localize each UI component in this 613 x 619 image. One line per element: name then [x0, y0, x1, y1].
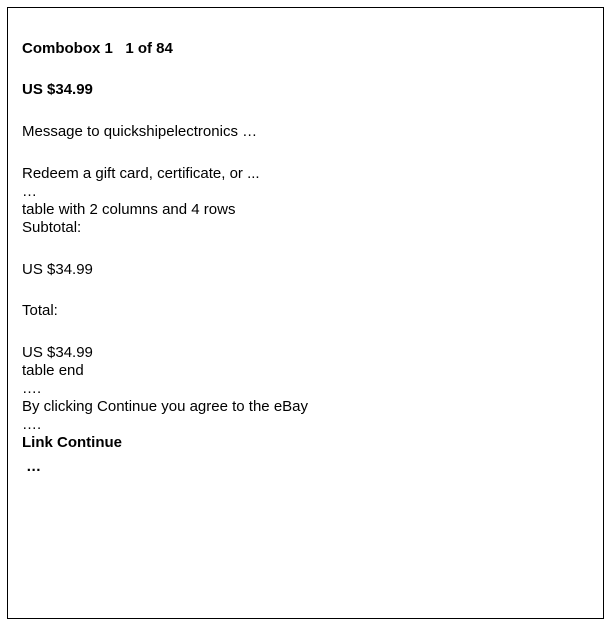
ellipsis-line: …. [22, 380, 42, 397]
message-to-seller-line[interactable]: Message to quickshipelectronics … [22, 123, 257, 141]
total-value: US $34.99 [22, 344, 93, 361]
ellipsis-line: …. [22, 416, 42, 433]
ellipsis-line: … [22, 458, 42, 475]
table-end-line: table end [22, 362, 84, 379]
ellipsis-line: … [22, 183, 37, 200]
continue-link[interactable]: Link Continue [22, 434, 122, 452]
screen-reader-output-panel: Combobox 1 1 of 84 US $34.99 Message to … [7, 7, 604, 619]
price-heading: US $34.99 [22, 81, 93, 98]
subtotal-label: Subtotal: [22, 219, 82, 236]
redeem-gift-card-line[interactable]: Redeem a gift card, certificate, or ... [22, 165, 260, 183]
combobox-line[interactable]: Combobox 1 1 of 84 [22, 40, 173, 58]
subtotal-value: US $34.99 [22, 261, 93, 278]
table-start-line: table with 2 columns and 4 rows [22, 201, 236, 218]
agreement-text: By clicking Continue you agree to the eB… [22, 398, 309, 415]
total-label: Total: [22, 302, 58, 319]
